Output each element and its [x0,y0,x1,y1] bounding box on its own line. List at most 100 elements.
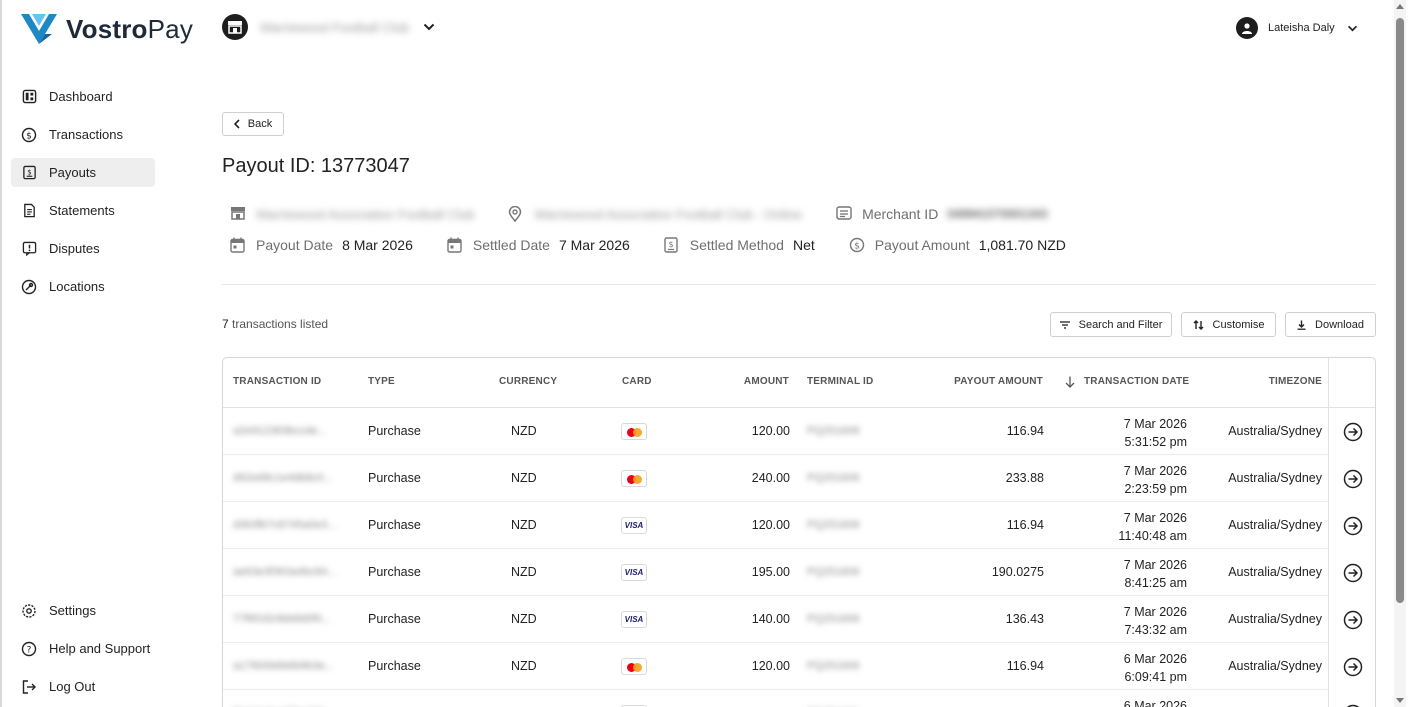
gear-icon [21,603,37,619]
payout-date-label: Payout Date [256,237,334,253]
svg-text:$: $ [26,131,32,141]
user-name: Lateisha Daly [1268,22,1335,34]
transaction-time: 5:31:52 pm [1124,435,1187,449]
chevron-left-icon [233,119,240,129]
column-header-currency[interactable]: CURRENCY [499,376,557,387]
timezone-cell: Australia/Sydney [1228,471,1322,485]
search-filter-label: Search and Filter [1078,318,1163,331]
view-transaction-arrow-icon[interactable] [1329,408,1375,455]
organisation-name: Warriewood Football Club [260,19,410,35]
column-header-card[interactable]: CARD [622,376,652,387]
scroll-up-icon[interactable] [1396,4,1404,9]
terminal-id-cell: PQ251606 [807,613,860,625]
amount-cell: 240.00 [751,471,790,485]
column-header-transaction-date[interactable]: TRANSACTION DATE [1084,376,1189,387]
view-transaction-arrow-icon[interactable] [1329,690,1375,707]
column-header-amount[interactable]: AMOUNT [744,376,789,387]
type-cell: Purchase [368,659,421,673]
settled-method-value: Net [792,237,815,253]
location-pin-icon [508,206,524,222]
payout-amount-cell: 190.0275 [991,565,1044,579]
sidebar-item-label: Settings [49,603,96,618]
view-transaction-arrow-icon[interactable] [1329,643,1375,690]
sort-arrow-down-icon[interactable] [1065,375,1075,393]
table-row[interactable]: d363fb7c8745a0e3... Purchase NZD VISA 120.00… [223,502,1328,549]
currency-cell: NZD [511,659,537,673]
table-row[interactable]: a17800b6b6b9b3e... Purchase NZD 120.00 PQ251… [223,643,1328,690]
terminal-id-cell: PQ251606 [807,472,860,484]
vostropay-logo-icon [21,14,57,44]
transaction-id-cell: 77f6f1824bb8d0f0... [233,613,331,625]
user-menu[interactable]: Lateisha Daly [1236,17,1358,39]
amount-cell: 120.00 [751,659,790,673]
svg-text:$: $ [854,242,860,252]
customise-button[interactable]: Customise [1181,312,1276,337]
type-cell: Purchase [368,565,421,579]
back-button[interactable]: Back [222,112,284,136]
timezone-cell: Australia/Sydney [1228,565,1322,579]
mastercard-card-icon [621,658,647,675]
view-transaction-arrow-icon[interactable] [1329,596,1375,643]
vertical-scrollbar[interactable] [1394,0,1406,707]
logout-icon [21,679,37,695]
sidebar-item-payouts[interactable]: $ Payouts [11,158,155,187]
help-icon: ? [21,641,37,657]
column-header-terminal-id[interactable]: TERMINAL ID [807,376,873,387]
column-header-timezone[interactable]: TIMEZONE [1269,376,1322,387]
sidebar-item-disputes[interactable]: Disputes [11,234,155,263]
back-button-label: Back [247,118,273,130]
calendar-icon [230,237,246,253]
view-transaction-arrow-icon[interactable] [1329,455,1375,502]
transaction-time: 2:23:59 pm [1124,482,1187,496]
organisation-selector[interactable]: Warriewood Football Club [222,14,435,40]
sidebar-item-label: Help and Support [49,641,151,656]
sidebar-item-transactions[interactable]: $ Transactions [11,120,155,149]
table-row[interactable]: f8d40c5e47f6e077...PurchaseNZD170.00PQ25… [223,690,1328,707]
table-row[interactable]: 77f6f1824bb8d0f0... Purchase NZD VISA 140.00… [223,596,1328,643]
sidebar-item-logout[interactable]: Log Out [11,672,161,701]
store-name: Warriewood Association Football Club [256,206,475,222]
customise-label: Customise [1212,318,1265,331]
currency-cell: NZD [511,518,537,532]
column-header-type[interactable]: TYPE [368,376,395,387]
dashboard-icon [21,89,37,105]
column-header-payout-amount[interactable]: PAYOUT AMOUNT [954,376,1043,387]
search-filter-button[interactable]: Search and Filter [1050,312,1172,337]
settled-date-meta: Settled Date 7 Mar 2026 [447,237,630,253]
sidebar-item-statements[interactable]: Statements [11,196,155,225]
transaction-id-cell: a2e912383bccde... [233,425,327,437]
sidebar-item-help[interactable]: ? Help and Support [11,634,161,663]
main-nav: Dashboard $ Transactions $ Payouts State… [11,82,155,310]
scroll-down-icon[interactable] [1396,698,1404,703]
column-header-transaction-id[interactable]: TRANSACTION ID [233,376,321,387]
sidebar-item-settings[interactable]: Settings [11,596,161,625]
brand-logo[interactable]: VostroPay [20,12,193,46]
payout-amount-cell: 116.94 [1006,424,1044,438]
sidebar-item-dashboard[interactable]: Dashboard [11,82,155,111]
chevron-down-icon [423,23,435,31]
table-row[interactable]: ae63e3f363a4bc84... Purchase NZD VISA 195.00… [223,549,1328,596]
amount-cell: 120.00 [751,518,790,532]
transaction-date: 7 Mar 2026 [1123,605,1187,619]
payout-icon: $ [664,237,680,253]
settled-date-value: 7 Mar 2026 [558,237,630,253]
transaction-time: 11:40:48 am [1118,529,1187,543]
payout-amount-meta: $ Payout Amount 1,081.70 NZD [849,237,1066,253]
view-transaction-arrow-icon[interactable] [1329,549,1375,596]
transaction-date-cell: 7 Mar 2026 7:43:32 am [1124,603,1187,639]
merchant-id-label: Merchant ID [862,206,939,222]
sort-icon [1193,319,1204,330]
mastercard-card-icon [621,423,647,440]
scrollbar-thumb[interactable] [1396,18,1404,603]
transaction-date: 7 Mar 2026 [1123,511,1187,525]
timezone-cell: Australia/Sydney [1228,659,1322,673]
calendar-icon [447,237,463,253]
transaction-time: 6:09:41 pm [1124,670,1187,684]
location-meta: Warriewood Association Football Club - O… [508,206,802,222]
table-row[interactable]: d92e68c1e4db8c0... Purchase NZD 240.00 PQ251… [223,455,1328,502]
download-button[interactable]: Download [1285,312,1376,337]
view-transaction-arrow-icon[interactable] [1329,502,1375,549]
table-row[interactable]: a2e912383bccde... Purchase NZD 120.00 PQ2516… [223,408,1328,455]
sidebar-item-locations[interactable]: Locations [11,272,155,301]
sidebar-item-label: Dashboard [49,89,113,104]
